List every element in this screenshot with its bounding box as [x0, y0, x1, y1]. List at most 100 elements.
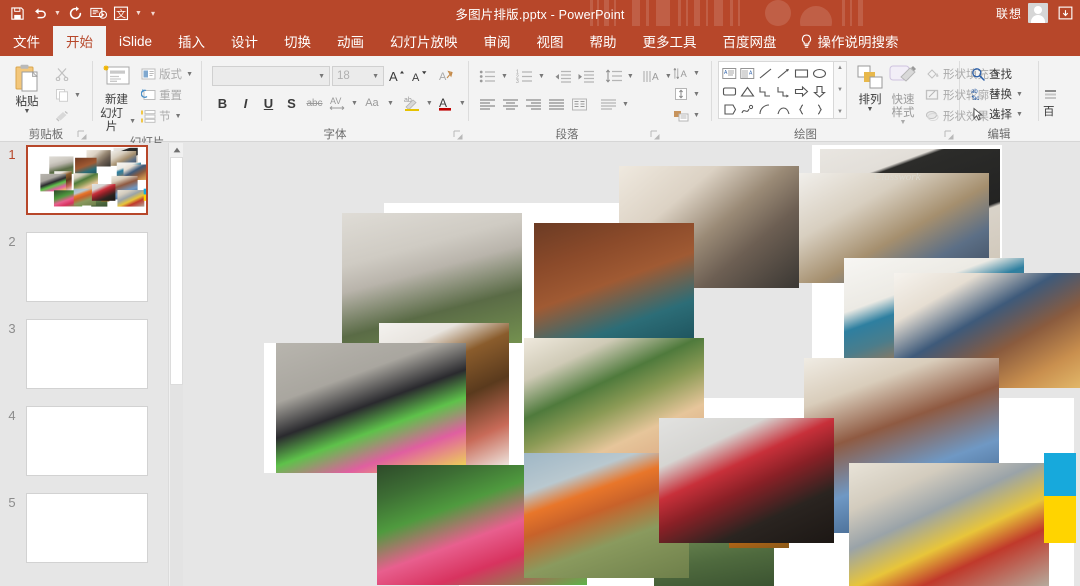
shape-elbow-arrow-icon[interactable] — [774, 82, 792, 100]
font-size-dropdown-icon[interactable]: ▼ — [372, 73, 379, 80]
slide-panel-scrollbar[interactable] — [168, 143, 183, 586]
arrange-button[interactable]: 排列 ▼ — [854, 61, 886, 113]
shape-oval-icon[interactable] — [810, 64, 828, 82]
align-left-button[interactable] — [477, 94, 498, 114]
replace-button[interactable]: ab ac 替换 ▼ — [966, 84, 1027, 104]
tab-slideshow[interactable]: 幻灯片放映 — [377, 26, 471, 56]
slide-thumbnail-3[interactable] — [26, 319, 148, 389]
paste-button[interactable]: 粘贴 ▼ — [4, 61, 50, 115]
redo-icon[interactable] — [64, 2, 86, 24]
smartart-dropdown-icon[interactable]: ▼ — [693, 112, 700, 119]
justify-button[interactable] — [546, 94, 567, 114]
layout-dropdown-icon[interactable]: ▼ — [186, 71, 193, 78]
collage-photo[interactable] — [117, 190, 145, 207]
convert-to-smartart-button[interactable]: ▼ — [669, 105, 704, 126]
text-align-vertical-dropdown-icon[interactable]: ▼ — [622, 101, 629, 108]
character-spacing-dropdown-icon[interactable]: ▼ — [351, 100, 358, 107]
character-spacing-button[interactable]: AV — [327, 93, 348, 114]
tab-more-tools[interactable]: 更多工具 — [630, 26, 710, 56]
cut-button[interactable] — [50, 64, 85, 84]
slide-thumbnail-5[interactable] — [26, 493, 148, 563]
collage-photo[interactable] — [91, 183, 116, 201]
copy-button[interactable]: ▼ — [50, 85, 85, 105]
text-shadow-button[interactable]: S — [281, 93, 302, 114]
list-item[interactable]: 3 — [0, 317, 168, 404]
align-right-button[interactable] — [523, 94, 544, 114]
new-slide-dropdown-icon[interactable]: ▼ — [129, 115, 136, 128]
tab-insert[interactable]: 插入 — [165, 26, 218, 56]
shape-pentagon-icon[interactable] — [720, 100, 738, 118]
numbering-button[interactable]: 123 — [514, 66, 535, 86]
accent-color-block[interactable] — [143, 194, 146, 201]
shape-elbow-connector-icon[interactable] — [756, 82, 774, 100]
shapes-scroll-down-icon[interactable]: ▼ — [837, 86, 843, 94]
text-direction-advanced-button[interactable]: A ▼ — [669, 63, 704, 84]
collage-photo[interactable] — [849, 463, 1049, 586]
text-orientation-dropdown-icon[interactable]: ▼ — [693, 70, 700, 77]
shapes-gallery[interactable]: A A — [718, 61, 834, 119]
align-text-dropdown-icon[interactable]: ▼ — [693, 91, 700, 98]
change-case-button[interactable]: Aa — [360, 93, 384, 114]
tell-me-search[interactable]: 操作说明搜索 — [790, 26, 909, 56]
tab-islide[interactable]: iSlide — [106, 26, 165, 56]
shape-rectangle-icon[interactable] — [792, 64, 810, 82]
replace-dropdown-icon[interactable]: ▼ — [1016, 91, 1023, 98]
shapes-scroll-up-icon[interactable]: ▲ — [837, 64, 843, 72]
list-item[interactable]: 2 — [0, 230, 168, 317]
tab-home[interactable]: 开始 — [53, 26, 106, 56]
copy-dropdown-icon[interactable]: ▼ — [74, 92, 81, 99]
scrollbar-track-rest[interactable] — [170, 385, 183, 586]
scrollbar-thumb[interactable] — [170, 157, 183, 385]
collage-photo[interactable] — [276, 343, 466, 473]
align-center-button[interactable] — [500, 94, 521, 114]
quick-styles-dropdown-icon[interactable]: ▼ — [900, 119, 907, 126]
slide-editing-area[interactable]: Classwork — [184, 143, 1080, 586]
shape-rounded-rectangle-icon[interactable] — [720, 82, 738, 100]
quick-styles-button[interactable]: 快速样式 ▼ — [886, 61, 920, 126]
avatar[interactable] — [1028, 3, 1048, 23]
shape-left-brace-icon[interactable] — [792, 100, 810, 118]
find-button[interactable]: 查找 — [966, 64, 1016, 84]
undo-dropdown-icon[interactable]: ▼ — [52, 2, 63, 24]
shape-freeform-icon[interactable] — [738, 100, 756, 118]
translate-dropdown-icon[interactable]: ▼ — [133, 2, 144, 24]
shape-textbox-icon[interactable]: A — [720, 64, 738, 82]
decrease-font-size-icon[interactable]: A — [409, 66, 430, 87]
slide-canvas[interactable]: Classwork — [184, 143, 1080, 586]
list-item[interactable]: 1 Classwork — [0, 143, 168, 230]
tab-view[interactable]: 视图 — [524, 26, 577, 56]
slide-thumbnail-panel[interactable]: 1 Classwork 2 3 4 5 — [0, 143, 168, 586]
line-spacing-button[interactable] — [603, 66, 624, 86]
underline-button[interactable]: U — [258, 93, 279, 114]
collage-photo[interactable] — [40, 173, 66, 192]
line-spacing-dropdown-icon[interactable]: ▼ — [627, 73, 634, 80]
scroll-up-icon[interactable] — [169, 143, 184, 157]
text-direction-button[interactable]: A — [641, 66, 662, 86]
shape-arc-icon[interactable] — [756, 100, 774, 118]
decrease-indent-button[interactable] — [552, 66, 573, 86]
bullets-button[interactable] — [477, 66, 498, 86]
increase-font-size-icon[interactable]: A — [386, 66, 407, 87]
ribbon-display-options-icon[interactable] — [1054, 2, 1076, 24]
section-button[interactable]: 节 ▼ — [136, 106, 197, 126]
drawing-dialog-launcher-icon[interactable] — [944, 130, 955, 141]
slide-thumbnail-1[interactable]: Classwork — [26, 145, 148, 215]
shapes-gallery-scrollbar[interactable]: ▲ ▼ ▼ — [834, 61, 847, 119]
paragraph-dialog-launcher-icon[interactable] — [650, 130, 661, 141]
accent-color-block[interactable] — [1044, 496, 1076, 543]
shape-triangle-icon[interactable] — [738, 82, 756, 100]
numbering-dropdown-icon[interactable]: ▼ — [538, 73, 545, 80]
list-item[interactable]: 4 — [0, 404, 168, 491]
layout-button[interactable]: 版式 ▼ — [136, 64, 197, 84]
align-text-button[interactable]: ▼ — [669, 84, 704, 105]
format-painter-button[interactable] — [50, 106, 85, 126]
shape-down-arrow-icon[interactable] — [810, 82, 828, 100]
shape-right-arrow-icon[interactable] — [792, 82, 810, 100]
baidu-netdisk-icon[interactable] — [1043, 87, 1059, 103]
tab-transitions[interactable]: 切换 — [271, 26, 324, 56]
tab-help[interactable]: 帮助 — [577, 26, 630, 56]
clipboard-dialog-launcher-icon[interactable] — [77, 130, 88, 141]
font-size-input[interactable]: 18 ▼ — [332, 66, 384, 86]
collage-photo[interactable] — [659, 418, 834, 543]
increase-indent-button[interactable] — [575, 66, 596, 86]
